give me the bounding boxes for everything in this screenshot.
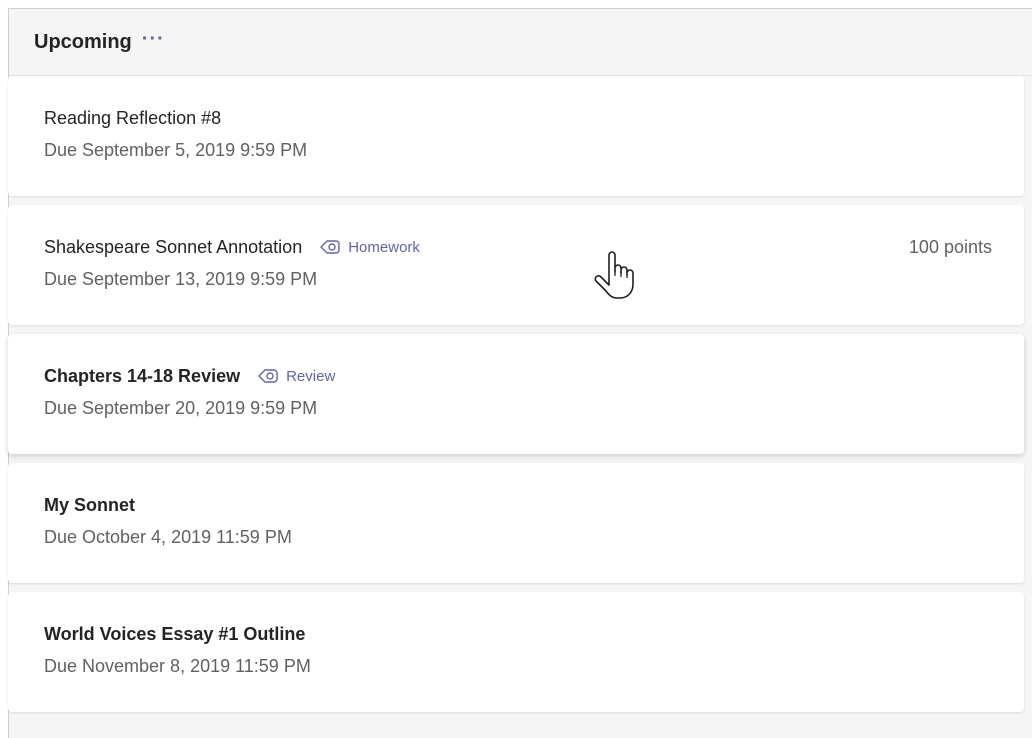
assignment-card-reading-reflection[interactable]: Reading Reflection #8 Due September 5, 2… xyxy=(8,76,1024,196)
assignment-card-my-sonnet[interactable]: My Sonnet Due October 4, 2019 11:59 PM xyxy=(8,463,1024,583)
section-title: Upcoming xyxy=(34,30,132,53)
assignment-title: Reading Reflection #8 xyxy=(44,107,222,128)
assignment-due-date: Due September 20, 2019 9:59 PM xyxy=(44,398,318,418)
hand-pointer-icon xyxy=(594,251,634,299)
tag-icon xyxy=(258,369,278,383)
assignment-list: Reading Reflection #8 Due September 5, 2… xyxy=(8,76,1024,721)
assignment-card-chapters-review[interactable]: Chapters 14-18 Review Review Due Septemb… xyxy=(8,334,1024,454)
assignment-due-date: Due September 13, 2019 9:59 PM xyxy=(44,269,318,289)
assignment-title: My Sonnet xyxy=(44,494,136,515)
assignment-due-date: Due November 8, 2019 11:59 PM xyxy=(44,656,311,676)
tag-label: Review xyxy=(286,367,336,385)
assignment-due-date: Due October 4, 2019 11:59 PM xyxy=(44,527,292,547)
assignment-title: Chapters 14-18 Review xyxy=(44,365,241,386)
assignment-title: Shakespeare Sonnet Annotation xyxy=(44,236,303,257)
assignment-card-essay-outline[interactable]: World Voices Essay #1 Outline Due Novemb… xyxy=(8,592,1024,712)
assignment-due-date: Due September 5, 2019 9:59 PM xyxy=(44,140,308,160)
assignment-title: World Voices Essay #1 Outline xyxy=(44,623,306,644)
category-tag-homework[interactable]: Homework xyxy=(318,238,420,256)
assignment-card-sonnet-annotation[interactable]: Shakespeare Sonnet Annotation Homework D… xyxy=(8,205,1024,325)
assignment-points: 100 points xyxy=(908,237,992,257)
tag-icon xyxy=(320,240,340,254)
tag-label: Homework xyxy=(348,238,420,256)
category-tag-review[interactable]: Review xyxy=(256,367,335,385)
more-options-button[interactable]: ··· xyxy=(142,29,165,55)
section-header: Upcoming ··· xyxy=(9,9,1032,76)
